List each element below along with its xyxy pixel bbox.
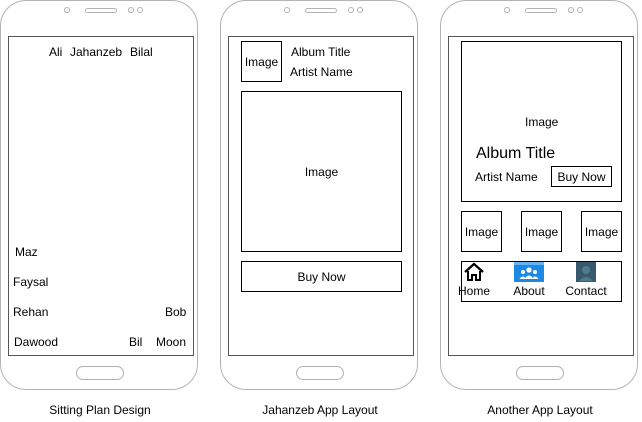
seat-name: Bilal bbox=[130, 45, 153, 59]
phone-sensor bbox=[357, 7, 363, 13]
seat-name: Dawood bbox=[14, 335, 59, 349]
seat-name: Maz bbox=[15, 245, 38, 259]
phone-another-app: Image Album Title Artist Name Buy Now Im… bbox=[440, 0, 638, 390]
phone-sensor bbox=[137, 7, 143, 13]
phone-sensor bbox=[348, 7, 354, 13]
home-icon bbox=[464, 262, 484, 281]
contact-icon bbox=[576, 262, 596, 282]
artist-name: Artist Name bbox=[290, 65, 353, 79]
phone-camera bbox=[504, 7, 510, 13]
seat-name: Bob bbox=[165, 305, 187, 319]
phone-sensor bbox=[577, 7, 583, 13]
album-title: Album Title bbox=[476, 145, 556, 162]
thumbnail-image[interactable]: Image bbox=[581, 211, 622, 252]
nav-label-home: Home bbox=[457, 284, 490, 298]
buy-now-button[interactable]: Buy Now bbox=[241, 261, 402, 292]
hero-panel: Image Album Title Artist Name Buy Now bbox=[461, 41, 622, 202]
seat-name: Rehan bbox=[13, 305, 49, 319]
caption-jahanzeb-app: Jahanzeb App Layout bbox=[262, 403, 378, 417]
hero-image-label: Image bbox=[525, 115, 559, 129]
phone-home-button[interactable] bbox=[516, 366, 564, 380]
phone-home-button[interactable] bbox=[296, 366, 344, 380]
phone-sitting-plan: Ali Jahanzeb Bilal Maz Faysal Rehan Bob … bbox=[0, 0, 198, 390]
phone-camera bbox=[64, 7, 70, 13]
phone-speaker bbox=[525, 8, 557, 13]
phone-sensor bbox=[568, 7, 574, 13]
caption-sitting-plan: Sitting Plan Design bbox=[49, 403, 151, 417]
nav-item-home[interactable]: Home bbox=[452, 261, 496, 298]
artist-name: Artist Name bbox=[475, 170, 538, 184]
seat-name: Moon bbox=[156, 335, 187, 349]
phone-camera bbox=[284, 7, 290, 13]
phone-sensor bbox=[128, 7, 134, 13]
phone-screen: Image Album Title Artist Name Image Buy … bbox=[228, 36, 414, 356]
nav-item-contact[interactable]: Contact bbox=[564, 261, 608, 298]
phone-home-button[interactable] bbox=[76, 366, 124, 380]
phone-speaker bbox=[85, 8, 117, 13]
album-title: Album Title bbox=[291, 45, 351, 59]
seat-name: Bil bbox=[129, 335, 143, 349]
phone-screen: Ali Jahanzeb Bilal Maz Faysal Rehan Bob … bbox=[8, 36, 194, 356]
caption-another-app: Another App Layout bbox=[487, 403, 593, 417]
nav-label-about: About bbox=[513, 284, 545, 298]
phone-jahanzeb-app: Image Album Title Artist Name Image Buy … bbox=[220, 0, 418, 390]
album-image: Image bbox=[241, 91, 402, 252]
phone-speaker bbox=[305, 8, 337, 13]
users-icon bbox=[514, 262, 544, 282]
seat-name: Faysal bbox=[13, 275, 49, 289]
phone-screen: Image Album Title Artist Name Buy Now Im… bbox=[448, 36, 634, 356]
nav-label-contact: Contact bbox=[565, 284, 607, 298]
buy-now-button[interactable]: Buy Now bbox=[551, 166, 612, 187]
thumbnail-image[interactable]: Image bbox=[521, 211, 562, 252]
thumbnail-image[interactable]: Image bbox=[461, 211, 502, 252]
album-thumbnail: Image bbox=[241, 41, 282, 82]
seat-name: Jahanzeb bbox=[70, 45, 123, 59]
seat-name: Ali bbox=[49, 45, 63, 59]
nav-item-about[interactable]: About bbox=[507, 261, 551, 298]
